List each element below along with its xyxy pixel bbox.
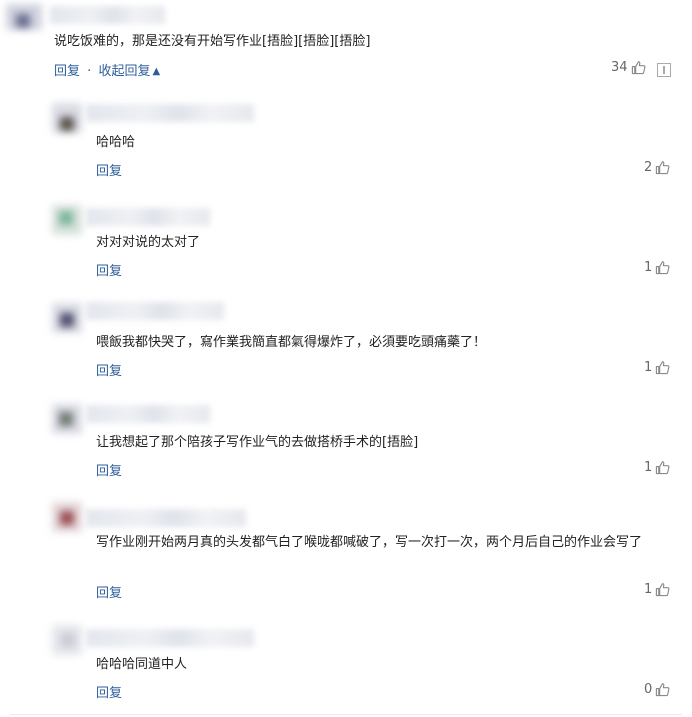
thumbs-up-icon[interactable]: [655, 582, 670, 597]
thumbs-up-icon[interactable]: [655, 360, 670, 375]
avatar[interactable]: [52, 404, 82, 434]
like-count: 0: [644, 682, 653, 697]
like-counter: 34: [611, 60, 646, 75]
username[interactable]: [86, 208, 210, 226]
reply-button[interactable]: 回复: [96, 682, 122, 701]
collapse-replies-label: 收起回复: [98, 64, 151, 79]
avatar[interactable]: [52, 625, 82, 655]
divider: [10, 714, 682, 715]
like-count: 34: [611, 60, 628, 75]
like-count: 1: [644, 460, 653, 475]
chevron-up-icon: ▲: [152, 66, 161, 77]
reply-text: 对对对说的太对了: [96, 235, 201, 250]
username[interactable]: [86, 405, 210, 423]
reply-button[interactable]: 回复: [96, 160, 122, 179]
like-count: 1: [644, 260, 653, 275]
collapse-replies-button[interactable]: 收起回复 ▲: [98, 64, 160, 79]
thumbs-up-icon[interactable]: [655, 682, 670, 697]
thumbs-up-icon[interactable]: [655, 260, 670, 275]
username[interactable]: [86, 509, 246, 527]
like-counter: 1: [644, 460, 670, 475]
thumbs-up-icon[interactable]: [655, 460, 670, 475]
username[interactable]: [50, 6, 165, 24]
username[interactable]: [86, 302, 224, 320]
avatar[interactable]: [52, 502, 82, 532]
avatar[interactable]: [6, 4, 42, 30]
reply-actions: 回复 · 收起回复 ▲: [54, 60, 160, 79]
separator: ·: [87, 64, 92, 79]
thumbs-up-icon[interactable]: [631, 60, 646, 75]
reply-button[interactable]: 回复: [54, 64, 80, 79]
report-icon[interactable]: [657, 63, 671, 77]
comment-text: 说吃饭难的，那是还没有开始写作业[捂脸][捂脸][捂脸]: [54, 34, 371, 49]
reply-button[interactable]: 回复: [96, 360, 122, 379]
like-counter: 0: [644, 682, 670, 697]
avatar[interactable]: [52, 303, 82, 333]
reply-text: 哈哈哈同道中人: [96, 657, 188, 672]
like-counter: 2: [644, 160, 670, 175]
reply-text: 喂飯我都快哭了，寫作業我簡直都氣得爆炸了，必須要吃頭痛藥了！: [96, 335, 487, 350]
reply-text: 写作业刚开始两月真的头发都气白了喉咙都喊破了，写一次打一次，两个月后自己的作业会…: [96, 535, 643, 550]
like-counter: 1: [644, 360, 670, 375]
like-count: 2: [644, 160, 653, 175]
like-count: 1: [644, 582, 653, 597]
avatar[interactable]: [52, 205, 82, 235]
username[interactable]: [86, 629, 254, 647]
like-count: 1: [644, 360, 653, 375]
thumbs-up-icon[interactable]: [655, 160, 670, 175]
reply-button[interactable]: 回复: [96, 460, 122, 479]
reply-text: 让我想起了那个陪孩子写作业气的去做搭桥手术的[捂脸]: [96, 435, 419, 450]
avatar[interactable]: [52, 103, 82, 133]
reply-button[interactable]: 回复: [96, 582, 122, 601]
like-counter: 1: [644, 260, 670, 275]
reply-text: 哈哈哈: [96, 135, 136, 150]
like-counter: 1: [644, 582, 670, 597]
reply-button[interactable]: 回复: [96, 260, 122, 279]
username[interactable]: [86, 104, 254, 122]
